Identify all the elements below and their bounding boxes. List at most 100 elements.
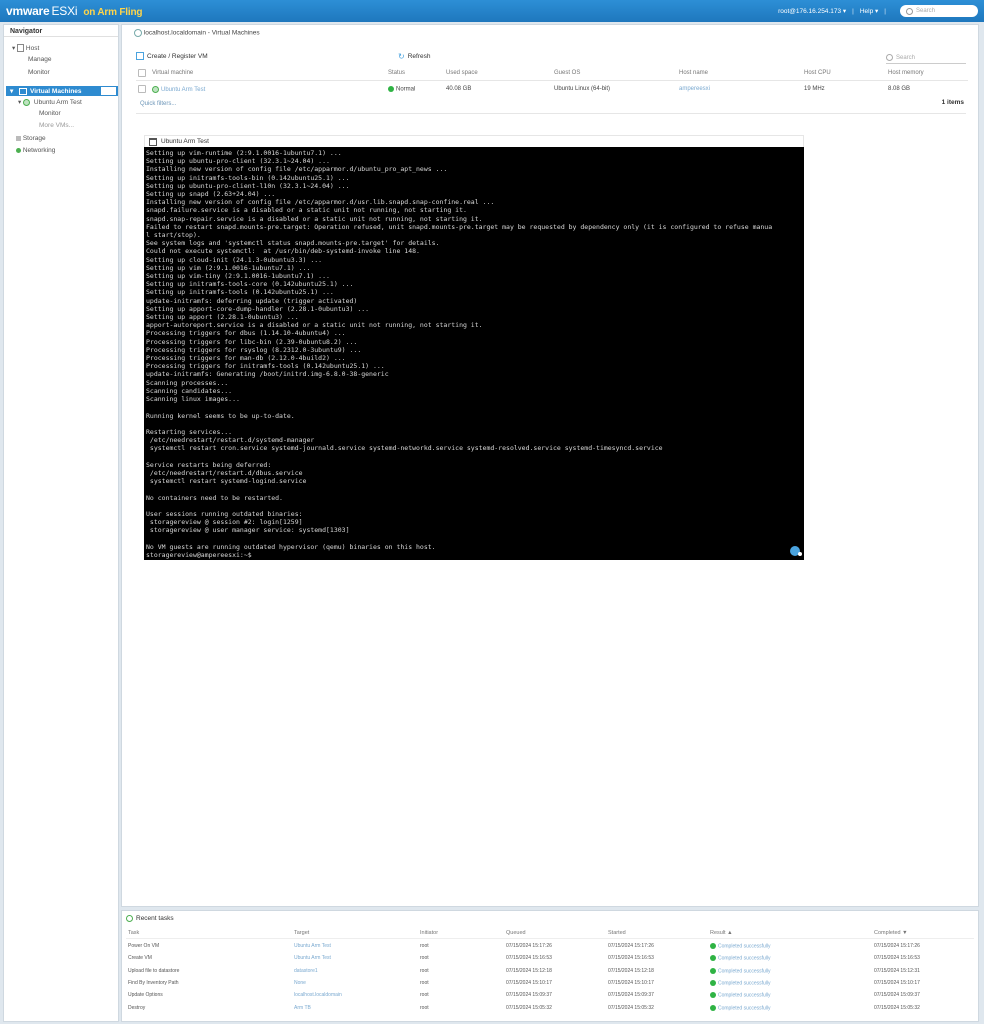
task-started-cell: 07/15/2024 15:16:53 [608,955,654,961]
task-target-text: None [294,979,306,986]
task-init-cell: root [420,980,429,986]
task-target-cell[interactable]: None [294,980,306,986]
collapse-icon[interactable]: ▾ [18,99,21,106]
success-icon [710,943,716,949]
create-register-vm-button[interactable]: Create / Register VM [136,52,208,60]
col-completed[interactable]: Completed ▼ [874,930,908,936]
task-started-text: 07/15/2024 15:09:37 [608,992,654,999]
task-queued-cell: 07/15/2024 15:16:53 [506,955,552,961]
task-result-cell[interactable]: Completed successfully [710,943,771,949]
navigator-panel: Navigator ▾ Host Manage Monitor ▾ Virtua… [3,24,119,1022]
col-target[interactable]: Target [294,930,309,936]
collapse-icon[interactable]: ▾ [10,87,13,95]
vm-console-terminal[interactable]: Setting up vim-runtime (2:9.1.0016-1ubun… [144,147,804,560]
main-panel: localhost.localdomain - Virtual Machines… [121,24,979,907]
nav-manage[interactable]: Manage [28,56,52,63]
task-completed-text: 07/15/2024 15:16:53 [874,955,920,962]
task-task-text: Destroy [128,1004,146,1011]
task-result-cell[interactable]: Completed successfully [710,967,771,974]
task-target-cell[interactable]: localhost.localdomain [294,992,342,998]
table-row[interactable]: Upload file to datastore datastore1 root 07… [126,966,974,978]
task-started-text: 07/15/2024 15:17:26 [608,943,654,949]
table-row[interactable]: Power On VM Ubuntu Arm Test root 07/15/2024… [126,941,974,953]
task-completed-cell: 07/15/2024 15:09:37 [874,992,920,998]
success-icon [710,979,716,986]
success-icon [710,967,716,974]
task-started-cell: 07/15/2024 15:05:32 [608,1005,654,1011]
console-title: Ubuntu Arm Test [161,138,209,145]
nav-virtual-machines[interactable]: ▾ Virtual Machines [6,86,118,96]
row-checkbox[interactable] [138,85,146,93]
task-result-cell[interactable]: Completed successfully [710,955,771,962]
col-host-name[interactable]: Host name [679,70,708,76]
table-row[interactable]: Update Options localhost.localdomain root 0… [126,990,974,1002]
task-queued-cell: 07/15/2024 15:12:18 [506,968,552,974]
task-started-text: 07/15/2024 15:16:53 [608,955,654,962]
col-host-cpu[interactable]: Host CPU [804,70,831,76]
status-cell: Normal [388,86,415,93]
nav-vm-label: Ubuntu Arm Test [33,99,82,106]
collapse-icon[interactable]: ▾ [12,45,15,52]
host-memory-cell: 8.08 GB [888,86,911,92]
nav-vm-monitor[interactable]: Monitor [39,110,61,117]
task-queued-cell: 07/15/2024 15:17:26 [506,943,552,949]
top-nav: root@176.16.254.173 ▾ | Help ▾ | Search [778,4,984,18]
col-initiator[interactable]: Initiator [420,930,438,936]
refresh-button[interactable]: ↻ Refresh [398,52,430,61]
task-init-text: root [420,955,429,962]
task-completed-cell: 07/15/2024 15:12:31 [874,968,920,974]
table-row[interactable]: Ubuntu Arm Test Normal 40.08 GB Ubuntu L… [136,83,968,96]
breadcrumb-text: localhost.localdomain - Virtual Machines [143,29,260,37]
vm-search-input[interactable]: Search [886,52,966,64]
col-task[interactable]: Task [128,930,139,936]
col-guest-os[interactable]: Guest OS [554,70,580,76]
col-started[interactable]: Started [608,930,626,936]
task-target-cell[interactable]: Ubuntu Arm Test [294,955,331,961]
task-target-text: Ubuntu Arm Test [294,943,331,949]
task-task-cell: Destroy [128,1005,145,1011]
help-menu[interactable]: Help ▾ [860,7,878,15]
col-status[interactable]: Status [388,70,405,76]
table-row[interactable]: Destroy Arm TB root 07/15/2024 15:05:32 07/1… [126,1003,974,1015]
select-all-checkbox[interactable] [138,69,146,77]
task-started-cell: 07/15/2024 15:10:17 [608,980,654,986]
col-used-space[interactable]: Used space [446,70,478,76]
nav-storage-label: Storage [22,135,46,142]
console-settings-icon[interactable] [798,552,802,556]
brand-esxi: ESXi [51,4,78,18]
task-result-cell[interactable]: Completed successfully [710,1004,771,1011]
task-target-cell[interactable]: Arm TB [294,1005,311,1011]
task-task-text: Power On VM [128,943,160,949]
nav-more-vms[interactable]: More VMs... [39,122,74,129]
top-search-input[interactable]: Search [900,5,978,17]
table-row[interactable]: Create VM Ubuntu Arm Test root 07/15/2024 1… [126,953,974,965]
nav-monitor[interactable]: Monitor [28,69,50,76]
divider [136,113,966,114]
col-queued[interactable]: Queued [506,930,526,936]
col-host-memory[interactable]: Host memory [888,70,924,76]
navigator-title: Navigator [4,25,118,37]
status-text: Normal [396,86,416,93]
recent-tasks-panel: Recent tasks Task Target Initiator Queue… [121,910,979,1022]
nav-networking[interactable]: Networking [16,147,55,154]
user-menu[interactable]: root@176.16.254.173 ▾ [778,7,846,15]
col-result[interactable]: Result ▲ [710,930,733,936]
task-task-text: Upload file to datastore [128,967,180,974]
nav-vm-ubuntu[interactable]: ▾ Ubuntu Arm Test [18,98,82,106]
storage-icon [16,135,21,141]
task-init-cell: root [420,992,429,998]
nav-host[interactable]: ▾ Host [12,44,39,53]
quick-filters[interactable]: Quick filters... [140,101,176,107]
task-target-cell[interactable]: Ubuntu Arm Test [294,943,331,949]
task-target-cell[interactable]: datastore1 [294,968,318,974]
table-row[interactable]: Find By Inventory Path None root 07/15/2024… [126,978,974,990]
vm-name-cell[interactable]: Ubuntu Arm Test [152,86,205,93]
vm-folder-icon [134,29,142,37]
vm-name-link[interactable]: Ubuntu Arm Test [161,87,205,93]
vm-table-header: Virtual machine Status Used space Guest … [136,67,968,81]
task-started-cell: 07/15/2024 15:12:18 [608,968,654,974]
nav-storage[interactable]: Storage [16,135,46,142]
task-result-cell[interactable]: Completed successfully [710,979,771,986]
col-virtual-machine[interactable]: Virtual machine [152,70,193,76]
task-result-cell[interactable]: Completed successfully [710,992,771,999]
